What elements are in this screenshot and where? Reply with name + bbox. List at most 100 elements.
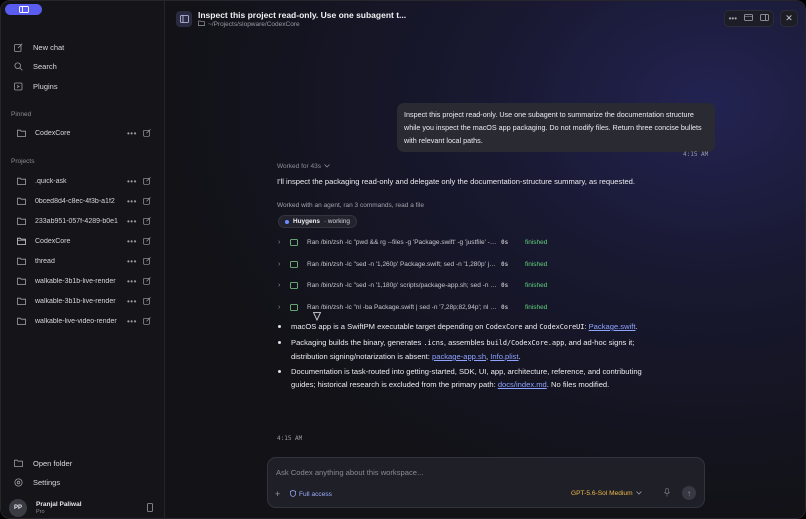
user-name: Pranjal Paliwal xyxy=(36,501,82,508)
command-status: finished xyxy=(525,238,548,246)
composer: + Full access GPT-5.6-Sol Medium ↑ xyxy=(267,457,705,508)
worked-for-toggle[interactable]: Worked for 43s xyxy=(277,163,330,170)
package-swift-link[interactable]: Package.swift xyxy=(589,322,636,331)
split-view-icon[interactable] xyxy=(744,14,754,23)
new-thread-icon[interactable] xyxy=(143,297,153,305)
more-icon[interactable]: ••• xyxy=(729,14,737,23)
new-thread-icon[interactable] xyxy=(143,317,153,325)
more-icon[interactable]: ••• xyxy=(127,297,137,306)
result-bullets: macOS app is a SwiftPM executable target… xyxy=(277,320,647,393)
command-row[interactable]: › Ran /bin/zsh -lc "pwd && rg --files -g… xyxy=(278,236,638,248)
more-icon[interactable]: ••• xyxy=(127,129,137,138)
folder-icon xyxy=(198,20,205,28)
project-name: 233ab951-057f-4289-b0e1 xyxy=(35,217,118,225)
assistant-intro: I'll inspect the packaging read-only and… xyxy=(277,177,635,186)
settings-button[interactable]: Settings xyxy=(13,474,60,490)
arrow-up-icon: ↑ xyxy=(687,488,691,498)
plugins-icon xyxy=(13,81,23,91)
agent-name: Huygens xyxy=(293,218,320,225)
info-plist-link[interactable]: Info.plist xyxy=(490,352,518,361)
model-selector[interactable]: GPT-5.6-Sol Medium xyxy=(571,490,642,497)
new-thread-icon[interactable] xyxy=(143,237,153,245)
project-name: CodexCore xyxy=(35,237,71,245)
project-item[interactable]: 0bced8d4-c8ec-4f3b-a1f2 ••• xyxy=(11,192,157,210)
project-item[interactable]: CodexCore ••• xyxy=(11,232,157,250)
project-item[interactable]: walkable-live-video-render ••• xyxy=(11,312,157,330)
avatar: PP xyxy=(9,499,27,517)
chevron-right-icon: › xyxy=(278,260,281,268)
project-item[interactable]: 233ab951-057f-4289-b0e1 ••• xyxy=(11,212,157,230)
command-row[interactable]: › Ran /bin/zsh -lc "nl -ba Package.swift… xyxy=(278,301,638,313)
new-thread-icon[interactable] xyxy=(143,257,153,265)
command-row[interactable]: › Ran /bin/zsh -lc "sed -n '1,260p' Pack… xyxy=(278,258,638,270)
thread-title: Inspect this project read-only. Use one … xyxy=(198,10,407,20)
project-item[interactable]: thread ••• xyxy=(11,252,157,270)
command-status: finished xyxy=(525,281,548,289)
more-icon[interactable]: ••• xyxy=(127,217,137,226)
folder-plus-icon xyxy=(13,458,23,468)
more-icon[interactable]: ••• xyxy=(127,177,137,186)
projects-section-label: Projects xyxy=(11,158,35,165)
plugins-button[interactable]: Plugins xyxy=(13,78,58,94)
chevron-down-icon xyxy=(324,163,330,170)
new-thread-icon[interactable] xyxy=(143,177,153,185)
open-folder-button[interactable]: Open folder xyxy=(13,455,72,471)
project-name: walkable-3b1b-live-render xyxy=(35,297,116,305)
sidebar-icon xyxy=(18,6,29,13)
sidebar-toggle-button[interactable] xyxy=(5,4,42,15)
new-chat-label: New chat xyxy=(33,42,65,52)
send-button[interactable]: ↑ xyxy=(682,486,696,500)
mobile-icon[interactable] xyxy=(147,502,153,514)
search-icon xyxy=(13,61,23,71)
user-message-time: 4:15 AM xyxy=(683,151,709,158)
new-thread-icon[interactable] xyxy=(143,129,153,137)
docs-index-link[interactable]: docs/index.md xyxy=(498,380,547,389)
terminal-icon xyxy=(290,238,299,246)
project-name: walkable-3b1b-live-render xyxy=(35,277,116,285)
result-bullet: Packaging builds the binary, generates .… xyxy=(277,336,647,363)
pinned-item-codexcore[interactable]: CodexCore ••• xyxy=(11,124,157,142)
project-name: thread xyxy=(35,257,55,265)
project-item[interactable]: walkable-3b1b-live-render ••• xyxy=(11,292,157,310)
new-thread-icon[interactable] xyxy=(143,277,153,285)
plugins-label: Plugins xyxy=(33,81,58,91)
package-app-sh-link[interactable]: package-app.sh xyxy=(432,352,486,361)
project-name: CodexCore xyxy=(35,129,71,137)
more-icon[interactable]: ••• xyxy=(127,317,137,326)
access-mode-button[interactable]: Full access xyxy=(290,490,332,499)
more-icon[interactable]: ••• xyxy=(127,277,137,286)
chevron-right-icon: › xyxy=(278,238,281,246)
more-icon[interactable]: ••• xyxy=(127,257,137,266)
search-button[interactable]: Search xyxy=(13,58,57,74)
close-button[interactable]: ✕ xyxy=(780,10,798,27)
new-thread-icon[interactable] xyxy=(143,217,153,225)
project-name: 0bced8d4-c8ec-4f3b-a1f2 xyxy=(35,197,115,205)
thread-icon xyxy=(176,11,192,27)
new-thread-icon[interactable] xyxy=(143,197,153,205)
agent-status: · working xyxy=(324,218,350,225)
new-chat-button[interactable]: New chat xyxy=(13,39,64,55)
folder-icon xyxy=(17,128,27,138)
more-icon[interactable]: ••• xyxy=(127,237,137,246)
folder-icon xyxy=(17,216,27,226)
command-row[interactable]: › Ran /bin/zsh -lc "sed -n '1,180p' scri… xyxy=(278,279,638,291)
project-item[interactable]: walkable-3b1b-live-render ••• xyxy=(11,272,157,290)
chevron-right-icon: › xyxy=(278,303,281,311)
assistant-message-time: 4:15 AM xyxy=(277,435,303,442)
folder-open-icon xyxy=(17,236,27,246)
agent-chip[interactable]: Huygens · working xyxy=(278,215,357,228)
user-plan: Pro xyxy=(36,509,45,515)
prompt-input[interactable] xyxy=(276,466,676,478)
header-toolbar: ••• xyxy=(724,10,774,27)
access-mode-label: Full access xyxy=(299,491,332,498)
terminal-icon xyxy=(290,281,299,289)
more-icon[interactable]: ••• xyxy=(127,197,137,206)
folder-icon xyxy=(17,316,27,326)
add-attachment-button[interactable]: + xyxy=(275,489,280,499)
command-duration: 0s xyxy=(501,303,509,311)
command-status: finished xyxy=(525,260,548,268)
panel-icon[interactable] xyxy=(760,14,770,23)
microphone-icon[interactable] xyxy=(664,488,670,497)
user-profile[interactable]: PP Pranjal Paliwal Pro xyxy=(9,499,157,517)
project-item[interactable]: .quick-ask ••• xyxy=(11,172,157,190)
